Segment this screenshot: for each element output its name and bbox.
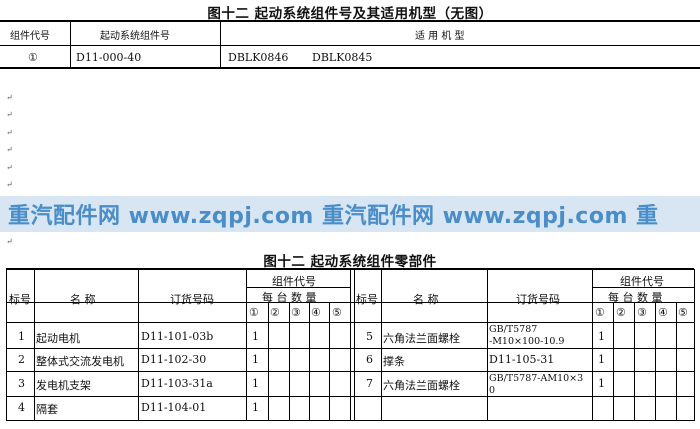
table2-col-divider xyxy=(655,302,656,421)
table1-header-rule xyxy=(0,45,700,46)
table2-row-name-right: 六角法兰面螺栓 xyxy=(383,379,460,392)
table2-header-name-right: 名 称 xyxy=(413,293,439,306)
table2-header-c5-right: ⑤ xyxy=(678,306,688,319)
table2-col-divider xyxy=(246,269,247,421)
table2-header-c2: ② xyxy=(270,306,280,319)
table2-header-qty-right: 每 台 数 量 xyxy=(608,291,663,304)
table2-row-order: D11-101-03b xyxy=(141,330,214,343)
table2-row-order: D11-104-01 xyxy=(141,401,207,414)
table2-row-qty: 1 xyxy=(252,330,259,343)
table2-row-name: 隔套 xyxy=(36,403,58,416)
table2-header-name: 名 称 xyxy=(70,293,96,306)
table1-header-code: 组件代号 xyxy=(10,31,50,42)
table2-header-c4-right: ④ xyxy=(658,306,668,319)
table2-col-divider xyxy=(634,302,635,421)
table2-header-group-right: 组件代号 xyxy=(620,275,664,288)
table2-header-c4: ④ xyxy=(311,306,321,319)
table2-row-name: 发电机支架 xyxy=(36,379,91,392)
table2-row-no-right: 7 xyxy=(366,377,373,390)
paragraph-mark: ↵ xyxy=(6,128,13,137)
table1-title: 图十二 起动系统组件号及其适用机型（无图） xyxy=(207,6,493,22)
table2-row-no-right: 5 xyxy=(366,330,373,343)
table2-header-c1: ① xyxy=(249,306,259,319)
table1-assembly-value: D11-000-40 xyxy=(76,51,142,64)
table2-row-qty: 1 xyxy=(252,401,259,414)
table2-row-qty-right: 1 xyxy=(598,377,605,390)
paragraph-mark: ↵ xyxy=(6,180,13,189)
paragraph-mark: ↵ xyxy=(6,110,13,119)
paragraph-mark: ↵ xyxy=(6,237,13,246)
table2-row-no: 3 xyxy=(18,377,25,390)
table2-col-divider xyxy=(694,269,695,421)
table2-col-divider xyxy=(309,302,310,421)
table2-col-divider xyxy=(613,302,614,421)
table2-row-qty: 1 xyxy=(252,377,259,390)
table1-header-assembly: 起动系统组件号 xyxy=(100,31,170,42)
table2-col-divider xyxy=(676,302,677,421)
table2-row-order-right-l1: GB/T5787 xyxy=(489,324,538,335)
table2-row-order-right-l1: GB/T5787-AM10×3 xyxy=(489,373,584,384)
table1-col-divider xyxy=(220,21,221,68)
table2-header-no: 标号 xyxy=(9,293,31,306)
table2-row-name: 整体式交流发电机 xyxy=(36,355,124,368)
table2-header-c5: ⑤ xyxy=(332,306,342,319)
table2-header-order-right: 订货号码 xyxy=(516,293,560,306)
table2-header-qty: 每 台 数 量 xyxy=(262,291,317,304)
table2-row-name-right: 六角法兰面螺栓 xyxy=(383,332,460,345)
table2-row-order-right-l1: D11-105-31 xyxy=(489,353,555,366)
table2-header-c3: ③ xyxy=(291,306,301,319)
table2-row-no-right: 6 xyxy=(366,353,373,366)
table2-col-divider xyxy=(487,269,488,421)
table2-header-c1-right: ① xyxy=(595,306,605,319)
table2-row-name-right: 撑条 xyxy=(383,355,405,368)
table2-header-group: 组件代号 xyxy=(272,275,316,288)
table1-code-value: ① xyxy=(28,51,38,64)
table2-row-no: 2 xyxy=(18,353,25,366)
table2-row-qty-right: 1 xyxy=(598,330,605,343)
table2-row-name: 起动电机 xyxy=(36,332,80,345)
table2-header-order: 订货号码 xyxy=(170,293,214,306)
table2-row-no: 4 xyxy=(18,401,25,414)
table2-header-no-right: 标号 xyxy=(356,293,378,306)
table1-col-divider xyxy=(70,21,71,68)
table2-header-c3-right: ③ xyxy=(637,306,647,319)
table2-center-divider xyxy=(350,269,355,421)
table2-row-order-right-l2: 0 xyxy=(489,385,496,396)
table2-col-divider xyxy=(34,269,35,421)
table2-row-order: D11-103-31a xyxy=(141,377,213,390)
table2-col-divider xyxy=(268,302,269,421)
table1-model-b: DBLK0845 xyxy=(312,51,373,64)
table2-title: 图十二 起动系统组件零部件 xyxy=(263,254,437,270)
table1-model-a: DBLK0846 xyxy=(228,51,289,64)
table1-top-rule xyxy=(0,20,700,22)
table2-row-order: D11-102-30 xyxy=(141,353,207,366)
table2-col-divider xyxy=(329,302,330,421)
table2-col-divider xyxy=(289,302,290,421)
watermark-text: 重汽配件网 www.zqpj.com 重汽配件网 www.zqpj.com 重 xyxy=(8,204,659,229)
paragraph-mark: ↵ xyxy=(6,163,13,172)
table2-row-qty: 1 xyxy=(252,353,259,366)
paragraph-mark: ↵ xyxy=(6,145,13,154)
table2-col-divider xyxy=(381,269,382,421)
table2-row-qty-right: 1 xyxy=(598,353,605,366)
table2-col-divider xyxy=(592,269,593,421)
table2-row-no: 1 xyxy=(18,330,25,343)
table2-header-c2-right: ② xyxy=(616,306,626,319)
table2-col-divider xyxy=(138,269,139,421)
table1-bottom-rule xyxy=(0,67,700,69)
table2-row-order-right-l2: -M10×100-10.9 xyxy=(489,336,565,347)
table1-header-models: 适 用 机 型 xyxy=(415,31,465,42)
table2-col-divider xyxy=(6,269,7,421)
paragraph-mark: ↵ xyxy=(6,93,13,102)
